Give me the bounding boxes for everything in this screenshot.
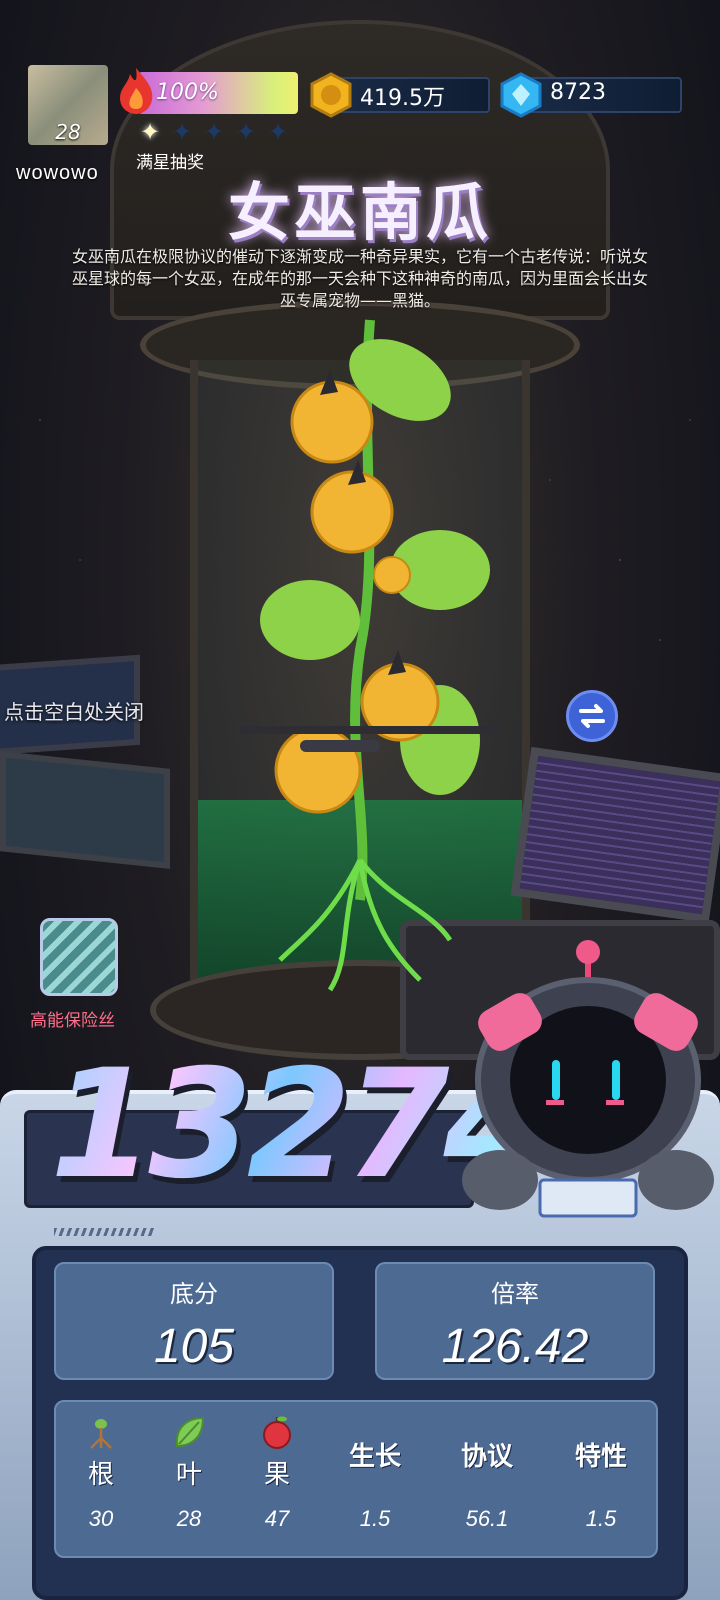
tap-blank-to-close-hint: 点击空白处关闭	[4, 700, 144, 724]
high-energy-fuse-icon[interactable]	[40, 918, 118, 996]
attribute-value: 30	[88, 1506, 114, 1531]
attribute-card: 根 30 叶 28 果 47 生长 1.5 协议 56.1 特性 1.5	[54, 1400, 658, 1558]
attribute-fruit: 果 47	[232, 1402, 322, 1560]
attribute-value: 47	[264, 1506, 290, 1531]
witch-pumpkin-plant	[240, 319, 500, 992]
high-energy-fuse-label: 高能保险丝	[30, 1011, 115, 1031]
fire-icon	[120, 68, 153, 114]
coin-icon	[310, 72, 352, 118]
swap-arrows-icon	[579, 704, 605, 728]
attribute-trait: 特性 1.5	[556, 1402, 646, 1560]
attribute-growth: 生长 1.5	[330, 1402, 420, 1560]
attribute-label: 特性	[574, 1442, 627, 1472]
item-title: 女巫南瓜	[227, 176, 492, 249]
multiplier-card: 倍率 126.42	[375, 1262, 655, 1380]
attribute-value: 1.5	[359, 1506, 391, 1531]
gem-balance: 8723	[550, 80, 606, 105]
panel-decor-stripes	[54, 1228, 154, 1236]
star-filled-icon: ✦	[139, 118, 161, 146]
item-description: 女巫南瓜在极限协议的催动下逐渐变成一种奇异果实，它有一个古老传说：听说女巫星球的…	[71, 247, 648, 310]
base-score-value: 105	[153, 1320, 235, 1373]
right-monitor	[510, 746, 720, 924]
attribute-value: 56.1	[465, 1506, 509, 1531]
multiplier-value: 126.42	[441, 1320, 589, 1373]
leaf-icon	[175, 1416, 205, 1448]
star-empty-icon: ✦	[267, 118, 289, 146]
attribute-value: 1.5	[585, 1506, 617, 1531]
attribute-label: 果	[263, 1460, 290, 1490]
attribute-label: 生长	[348, 1442, 401, 1472]
attribute-label: 叶	[175, 1460, 202, 1490]
player-level: 28	[55, 120, 81, 144]
base-score-label: 底分	[170, 1280, 218, 1308]
multiplier-label: 倍率	[491, 1280, 539, 1308]
apple-icon	[263, 1416, 291, 1449]
attribute-root: 根 30	[56, 1402, 146, 1560]
root-icon	[90, 1419, 112, 1449]
attribute-protocol: 协议 56.1	[442, 1402, 532, 1560]
coin-balance: 419.5万	[360, 86, 445, 111]
attribute-leaf: 叶 28	[144, 1402, 234, 1560]
star-empty-icon: ✦	[203, 118, 225, 146]
heat-value: 100%	[156, 80, 219, 105]
attribute-value: 28	[176, 1506, 202, 1531]
star-empty-icon: ✦	[171, 118, 193, 146]
swap-button[interactable]	[566, 690, 618, 742]
base-score-card: 底分 105	[54, 1262, 334, 1380]
gem-icon	[500, 72, 542, 118]
attribute-label: 根	[87, 1460, 114, 1490]
star-rating: ✦ ✦ ✦ ✦ ✦	[136, 118, 292, 146]
robot-mascot	[462, 940, 714, 1218]
left-desk	[0, 751, 170, 869]
attribute-label: 协议	[460, 1442, 513, 1472]
star-empty-icon: ✦	[235, 118, 257, 146]
